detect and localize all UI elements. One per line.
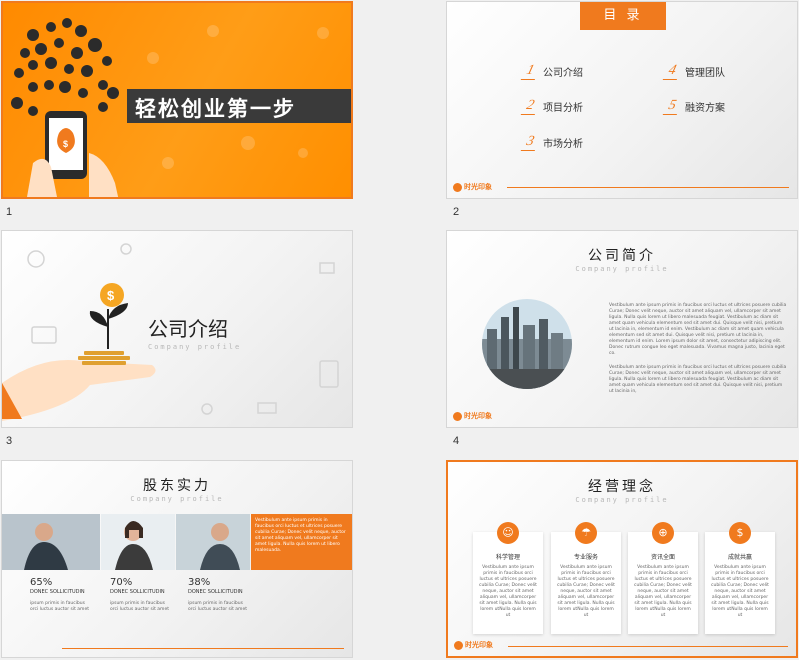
slide-number: 4: [453, 435, 460, 447]
section-title: 公司介绍: [148, 317, 228, 341]
toc-item[interactable]: 5 融资方案: [662, 98, 725, 115]
stat-label: DONEC SOLLICITUDIN: [110, 589, 165, 595]
slide-thumbnail-1[interactable]: $ 轻松创业第一步: [1, 1, 353, 199]
logo-text: 时光印象: [464, 412, 492, 420]
toc-number: 1: [520, 63, 540, 80]
globe-icon: ⊕: [652, 522, 674, 544]
service-icon: ☂: [575, 522, 597, 544]
stat-block: 70% DONEC SOLLICITUDIN ipsum primis in f…: [110, 577, 170, 613]
slide1-title: 轻松创业第一步: [135, 97, 296, 121]
value-card: ☺ 科学管理 Vestibulum ante ipsum primis in f…: [473, 522, 543, 634]
value-card: ⊕ 资讯全面 Vestibulum ante ipsum primis in f…: [628, 522, 698, 634]
intro-paragraph-2: Vestibulum ante ipsum primis in faucibus…: [609, 365, 787, 394]
slide-title: 经营理念: [588, 479, 656, 495]
toc-item[interactable]: 3 市场分析: [520, 134, 583, 151]
toc-number: 4: [662, 63, 682, 80]
toc-label: 融资方案: [685, 103, 725, 114]
stat-percent: 38%: [188, 577, 211, 588]
card-body: Vestibulum ante ipsum primis in faucibus…: [634, 565, 692, 618]
city-photo: [482, 299, 572, 389]
card-title: 专业服务: [573, 554, 598, 561]
stat-label: DONEC SOLLICITUDIN: [30, 589, 85, 595]
stat-label: DONEC SOLLICITUDIN: [188, 589, 243, 595]
slide-thumbnail-3[interactable]: $ 公司介绍 Company profile: [1, 230, 353, 428]
brand-logo: 时光印象: [453, 182, 492, 192]
highlight-text: Vestibulum ante ipsum primis in faucibus…: [255, 518, 346, 553]
stat-block: 38% DONEC SOLLICITUDIN ipsum primis in f…: [188, 577, 248, 613]
toc-label: 公司介绍: [543, 68, 583, 79]
value-card: $ 成就共赢 Vestibulum ante ipsum primis in f…: [705, 522, 775, 634]
footer-line: [507, 187, 789, 188]
stat-percent: 65%: [30, 577, 53, 588]
toc-number: 2: [520, 98, 540, 115]
slide-thumbnail-5[interactable]: 股东实力 Company profile Vestibulum ante ips…: [1, 460, 353, 658]
logo-icon: [454, 640, 463, 650]
slide-number: 3: [6, 435, 13, 447]
management-icon: ☺: [497, 522, 519, 544]
slide-subtitle: Company profile: [575, 496, 669, 504]
card-title: 科学管理: [495, 554, 520, 561]
logo-icon: [453, 411, 462, 421]
slide-title: 公司简介: [588, 248, 656, 264]
toc-number: 5: [662, 98, 682, 115]
slide-subtitle: Company profile: [130, 495, 224, 503]
toc-number: 3: [520, 134, 540, 151]
toc-item[interactable]: 2 项目分析: [520, 98, 583, 115]
toc-item[interactable]: 4 管理团队: [662, 63, 725, 80]
footer-line: [508, 646, 788, 647]
slide-number: 1: [6, 206, 13, 218]
slide-subtitle: Company profile: [575, 265, 669, 273]
stat-block: 65% DONEC SOLLICITUDIN ipsum primis in f…: [30, 577, 90, 613]
logo-text: 时光印象: [465, 641, 493, 649]
value-card: ☂ 专业服务 Vestibulum ante ipsum primis in f…: [551, 522, 621, 634]
toc-header: 目 录: [580, 2, 666, 30]
card-title: 资讯全面: [650, 554, 675, 561]
section-subtitle: Company profile: [148, 343, 242, 351]
toc-label: 管理团队: [685, 68, 725, 79]
logo-text: 时光印象: [464, 183, 492, 191]
toc-item[interactable]: 1 公司介绍: [520, 63, 583, 80]
card-body: Vestibulum ante ipsum primis in faucibus…: [557, 565, 615, 618]
stat-desc: ipsum primis in faucibus orci luctus auc…: [110, 601, 169, 612]
card-body: Vestibulum ante ipsum primis in faucibus…: [479, 565, 537, 618]
footer-line: [62, 648, 344, 649]
svg-text:$: $: [63, 139, 68, 149]
toc-label: 项目分析: [543, 103, 583, 114]
brand-logo: 时光印象: [453, 411, 492, 421]
highlight-box: Vestibulum ante ipsum primis in faucibus…: [251, 514, 352, 570]
slide-title: 股东实力: [143, 478, 211, 494]
intro-paragraph-1: Vestibulum ante ipsum primis in faucibus…: [609, 303, 787, 356]
svg-text:$: $: [107, 288, 115, 303]
card-body: Vestibulum ante ipsum primis in faucibus…: [711, 565, 769, 618]
card-title: 成就共赢: [727, 554, 752, 561]
stat-desc: ipsum primis in faucibus orci luctus auc…: [30, 601, 89, 612]
stat-desc: ipsum primis in faucibus orci luctus auc…: [188, 601, 247, 612]
dollar-icon: $: [729, 522, 751, 544]
slide-thumbnail-4[interactable]: 公司简介 Company profile Vestibulum ante ips…: [446, 230, 798, 428]
stat-percent: 70%: [110, 577, 133, 588]
slide-number: 2: [453, 206, 460, 218]
logo-icon: [453, 182, 462, 192]
brand-logo: 时光印象: [454, 640, 493, 650]
slide-thumbnail-2[interactable]: 目 录 1 公司介绍 2 项目分析 3 市场分析 4 管理团队 5 融资方案 时…: [446, 1, 798, 199]
slide-thumbnail-6[interactable]: 经营理念 Company profile ☺ 科学管理 Vestibulum a…: [446, 460, 798, 658]
title-banner: 轻松创业第一步: [127, 89, 351, 123]
toc-label: 市场分析: [543, 139, 583, 150]
